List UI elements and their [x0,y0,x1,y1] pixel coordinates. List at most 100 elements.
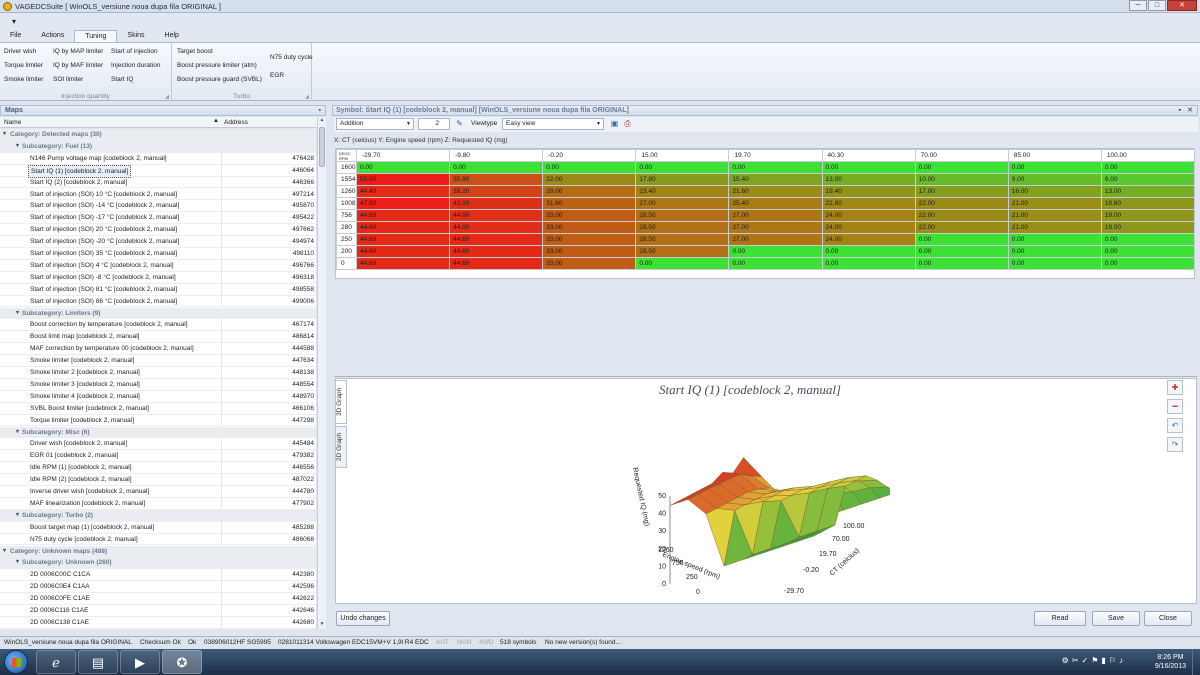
grid-cell[interactable]: 0.00 [635,257,730,270]
start-button[interactable] [4,650,28,674]
list-item[interactable]: 2D 0006C138 C1AE 442680 [0,616,316,629]
grid-cell[interactable]: 0.00 [728,161,823,174]
grid-cell[interactable]: 9.00 [1007,173,1102,186]
iq-by-maf-limiter-button[interactable]: IQ by MAF limiter [53,62,103,69]
grid-cell[interactable]: 0.00 [449,161,544,174]
print-icon[interactable]: ⎙ [622,118,633,129]
grid-cell[interactable]: 0.00 [1100,257,1196,270]
grid-cell[interactable]: 28.50 [635,233,730,246]
grid-cell[interactable]: 24.00 [821,233,916,246]
grid-cell[interactable]: 33.00 [542,209,637,222]
grid-cell[interactable]: 0.00 [542,161,637,174]
grid-cell[interactable]: 43.20 [449,197,544,210]
grid-cell[interactable]: 28.50 [635,245,730,258]
tree-subcategory[interactable]: ▾ Subcategory: Fuel (13) [0,140,316,153]
grid-cell[interactable]: 13.00 [1100,185,1196,198]
grid-cell[interactable]: 15.40 [728,173,823,186]
grid-cell[interactable]: 44.60 [449,257,544,270]
dialog-launcher-icon[interactable]: ◢ [165,94,169,100]
tree-subcategory[interactable]: ▾ Subcategory: Misc (6) [0,426,316,439]
close-panel-icon[interactable]: ✕ [1187,106,1193,115]
grid-cell[interactable]: 25.40 [728,197,823,210]
grid-cell[interactable]: 27.00 [728,221,823,234]
close-button[interactable]: Close [1144,611,1192,626]
grid-cell[interactable]: 0.00 [728,245,823,258]
rotate-right-icon[interactable]: ↷ [1167,437,1183,452]
torque-limiter-button[interactable]: Torque limiter [4,62,43,69]
grid-cell[interactable]: 31.60 [542,197,637,210]
tree-subcategory[interactable]: ▾ Subcategory: Limiters (9) [0,307,316,320]
collapse-icon[interactable]: ▾ [16,557,19,568]
list-item[interactable]: 2D 0006C0E4 C1AA 442596 [0,581,316,594]
close-window-button[interactable]: ✕ [1167,0,1197,11]
grid-cell[interactable]: 0.00 [1007,233,1102,246]
grid-cell[interactable]: 0.00 [1007,161,1102,174]
grid-cell[interactable]: 27.00 [728,209,823,222]
collapse-icon[interactable]: ▾ [16,510,19,521]
grid-cell[interactable]: 22.00 [914,209,1009,222]
maximize-button[interactable]: □ [1148,0,1166,11]
egr-button[interactable]: EGR [270,72,284,79]
grid-cell[interactable]: 33.00 [542,221,637,234]
list-item[interactable]: Start IQ (2) [codeblock 2, manual] 446366 [0,176,316,189]
maps-scrollbar[interactable]: ▲ ▼ [317,117,326,629]
grid-cell[interactable]: 0.00 [1007,245,1102,258]
grid-cell[interactable]: 24.00 [821,221,916,234]
grid-cell[interactable]: 22.80 [821,197,916,210]
grid-cell[interactable]: 6.00 [1100,173,1196,186]
list-item[interactable]: Start of injection (SOI) 81 °C [codebloc… [0,283,316,296]
grid-cell[interactable]: 0.00 [821,245,916,258]
minimize-button[interactable]: ─ [1129,0,1147,11]
zoom-out-icon[interactable]: ━ [1167,399,1183,414]
grid-cell[interactable]: 44.60 [449,233,544,246]
grid-cell[interactable]: 44.60 [355,257,451,270]
grid-cell[interactable]: 27.00 [728,233,823,246]
soi-limiter-button[interactable]: SOI limiter [53,76,83,83]
grid-cell[interactable]: 21.60 [728,185,823,198]
maps-tree[interactable]: ▾ Category: Detected maps (30) ▾ Subcategor… [0,129,316,629]
boost-pressure-guard-button[interactable]: Boost pressure guard (SVBL) [177,76,262,83]
grid-cell[interactable]: 0.00 [1100,161,1196,174]
media-player-icon[interactable]: ▶ [120,650,160,674]
grid-cell[interactable]: 17.80 [635,173,730,186]
tree-subcategory[interactable]: ▾ Subcategory: Turbo (2) [0,509,316,522]
grid-cell[interactable]: 18.60 [1100,197,1196,210]
grid-cell[interactable]: 44.00 [449,221,544,234]
list-item[interactable]: Start of injection (SOI) -8 °C [codebloc… [0,271,316,284]
grid-cell[interactable]: 0.00 [1007,257,1102,270]
grid-cell[interactable]: 39.20 [449,185,544,198]
list-item[interactable]: Start of injection (SOI) 35 °C [codebloc… [0,248,316,260]
driver-wish-button[interactable]: Driver wish [4,48,36,55]
list-item[interactable]: 2D 0006C00C C1CA 442380 [0,569,316,582]
list-item[interactable]: MAF linearization [codeblock 2, manual] 4… [0,497,316,510]
tab-file[interactable]: File [0,30,31,42]
tab-skins[interactable]: Skins [117,30,154,42]
grid-cell[interactable]: 0.00 [355,161,451,174]
boost-pressure-limiter-button[interactable]: Boost pressure limiter (atm) [177,62,257,69]
collapse-icon[interactable]: ▾ [16,427,19,438]
grid-cell[interactable]: 0.00 [914,245,1009,258]
explorer-folder-icon[interactable]: ▤ [78,650,118,674]
undo-changes-button[interactable]: Undo changes [336,611,390,626]
grid-cell[interactable]: 17.00 [914,185,1009,198]
list-item[interactable]: Start of injection (SOI) -17 °C [codeblo… [0,212,316,225]
map-grid[interactable]: DEGC RPM -29.70 -9.80 -0.20 15.00 19.70 40.30 7… [335,148,1196,279]
list-item[interactable]: Start of injection (SOI) 4 °C [codeblock… [0,259,316,272]
grid-cell[interactable]: 47.80 [355,197,451,210]
tree-category[interactable]: ▾ Category: Unknown maps (488) [0,545,316,558]
grid-cell[interactable]: 19.00 [1100,209,1196,222]
list-item[interactable]: Smoke limiter 3 [codeblock 2, manual] 448… [0,378,316,391]
grid-cell[interactable]: 22.00 [542,173,637,186]
list-item[interactable]: EGR 01 [codeblock 2, manual] 479382 [0,450,316,463]
list-item[interactable]: Start IQ (1) [codeblock 2, manual] 446064 [0,164,316,178]
grid-cell[interactable]: 0.00 [635,161,730,174]
grid-cell[interactable]: 22.00 [914,221,1009,234]
start-of-injection-button[interactable]: Start of injection [111,48,158,55]
clock[interactable]: 8:26 PM 9/16/2013 [1155,653,1186,671]
grid-cell[interactable]: 23.40 [635,185,730,198]
internet-explorer-icon[interactable]: ℯ [36,650,76,674]
grid-cell[interactable]: 44.60 [355,209,451,222]
collapse-icon[interactable]: ▾ [3,129,6,140]
pin-icon[interactable]: ▪ [1179,106,1181,115]
grid-cell[interactable]: 44.60 [355,245,451,258]
